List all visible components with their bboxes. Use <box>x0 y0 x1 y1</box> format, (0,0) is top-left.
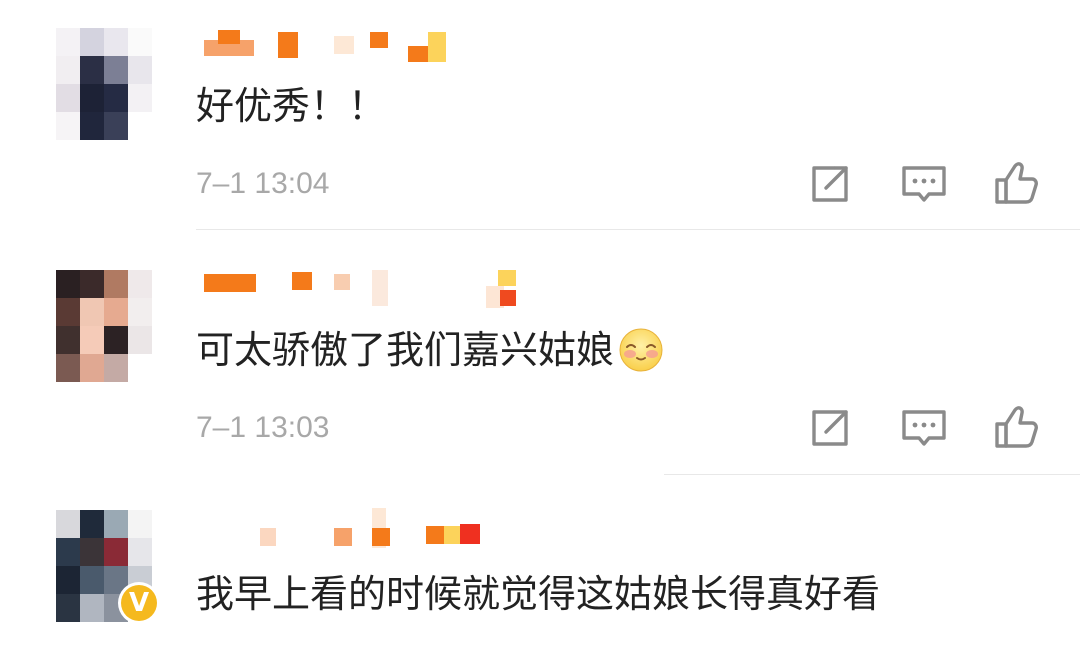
username-blurred[interactable] <box>196 506 536 548</box>
comment-text: 我早上看的时候就觉得这姑娘长得真好看 <box>196 572 881 616</box>
comment-item: V 我早上看的时候就觉得这姑娘长得真好看 <box>0 0 1080 649</box>
verified-badge: V <box>118 582 160 624</box>
verified-v-label: V <box>121 585 157 621</box>
